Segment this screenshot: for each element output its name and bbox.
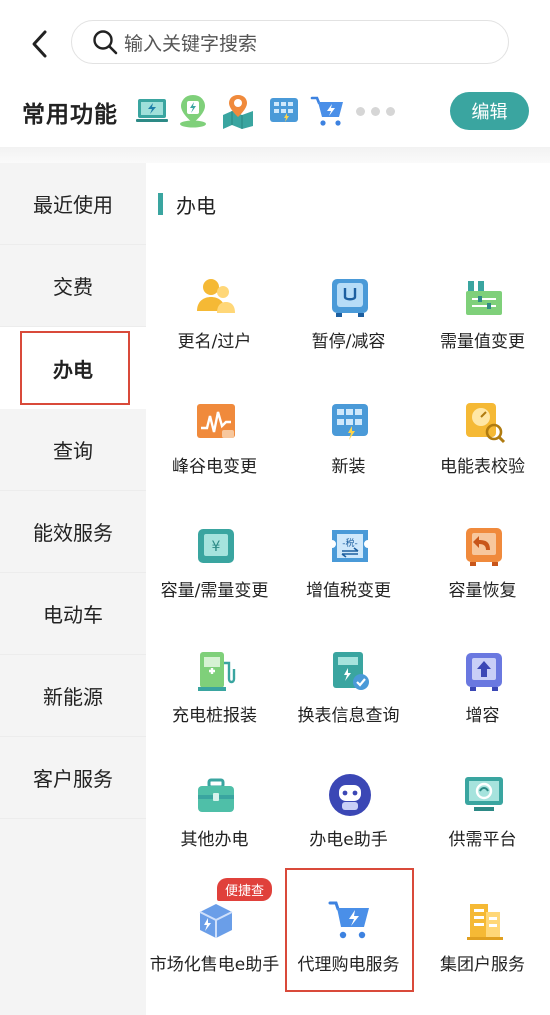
edit-button[interactable]: 编辑 — [450, 92, 529, 130]
sidebar-item-recent[interactable]: 最近使用 — [0, 163, 146, 245]
tile-label: 电能表校验 — [440, 457, 525, 477]
tile-label: 暂停/减容 — [311, 332, 386, 352]
tax-ticket-icon: -税- — [332, 530, 368, 562]
top-bar: 输入关键字搜索 — [0, 0, 550, 85]
tile-label: 其他办电 — [180, 830, 249, 850]
search-placeholder: 输入关键字搜索 — [124, 32, 258, 55]
search-input[interactable]: 输入关键字搜索 — [71, 20, 509, 64]
tile-label: 需量值变更 — [440, 332, 525, 352]
meter-check-icon — [333, 652, 369, 690]
monitor-leaf-icon — [465, 777, 503, 811]
tile-group-customer-service[interactable]: 集团户服务 — [415, 898, 550, 1015]
tile-capacity-demand-change[interactable]: ¥ 容量/需量变更 — [147, 524, 282, 648]
chevron-left-icon — [32, 30, 47, 58]
meter-grid-icon — [332, 404, 368, 440]
tile-label: 增值税变更 — [306, 581, 391, 601]
sidebar-item-payment[interactable]: 交费 — [0, 245, 146, 327]
tile-meter-calibration[interactable]: 电能表校验 — [415, 400, 550, 524]
tile-supply-demand-platform[interactable]: 供需平台 — [415, 773, 550, 897]
pause-meter-icon — [332, 279, 368, 317]
tile-label: 更名/过户 — [177, 332, 252, 352]
tile-capacity-increase[interactable]: 增容 — [415, 649, 550, 773]
svg-text:-税-: -税- — [342, 537, 358, 549]
highlight-box — [20, 331, 130, 405]
users-icon — [197, 279, 235, 313]
sidebar-item-customer-service[interactable]: 客户服务 — [0, 737, 146, 819]
divider — [0, 147, 550, 163]
search-icon — [92, 28, 120, 56]
tile-label: 办电e助手 — [309, 830, 388, 850]
charging-pile-icon — [198, 652, 236, 691]
tile-demand-change[interactable]: 需量值变更 — [415, 275, 550, 399]
quick-check-badge: 便捷查 — [217, 878, 273, 901]
svg-text:¥: ¥ — [212, 539, 221, 555]
tile-label: 充电桩报装 — [172, 706, 257, 726]
briefcase-icon — [198, 778, 234, 812]
cart-bolt-icon[interactable] — [310, 93, 346, 129]
sidebar-item-electric-vehicle[interactable]: 电动车 — [0, 573, 146, 655]
meter-grid-icon[interactable] — [266, 93, 302, 129]
tile-suspend-reduce[interactable]: 暂停/减容 — [281, 275, 416, 399]
tile-label: 峰谷电变更 — [172, 457, 257, 477]
wave-chart-icon — [197, 404, 235, 438]
tile-charging-pile-install[interactable]: 充电桩报装 — [147, 649, 282, 773]
tile-label: 集团户服务 — [440, 955, 525, 975]
common-functions-title: 常用功能 — [22, 102, 118, 128]
tile-capacity-restore[interactable]: 容量恢复 — [415, 524, 550, 648]
screen-bolt-icon[interactable] — [134, 93, 170, 129]
more-icon[interactable] — [356, 107, 395, 116]
tile-meter-change-query[interactable]: 换表信息查询 — [281, 649, 416, 773]
section-marker — [158, 193, 163, 215]
section-title: 办电 — [176, 194, 216, 218]
back-button[interactable] — [22, 26, 58, 62]
highlight-box — [285, 868, 414, 992]
buildings-icon — [467, 904, 503, 940]
tile-label: 新装 — [331, 457, 366, 477]
charger-pin-icon[interactable] — [175, 93, 211, 129]
tile-market-sale-assistant[interactable]: 便捷查 市场化售电e助手 — [147, 878, 282, 1015]
restore-arrow-icon — [466, 528, 502, 566]
sidebar-item-energy-efficiency[interactable]: 能效服务 — [0, 491, 146, 573]
tile-vat-change[interactable]: -税- 增值税变更 — [281, 524, 416, 648]
tile-new-install[interactable]: 新装 — [281, 400, 416, 524]
map-pin-icon[interactable] — [220, 93, 256, 129]
common-functions-bar: 常用功能 编辑 — [0, 85, 550, 147]
sidebar: 最近使用 交费 办电 查询 能效服务 电动车 新能源 客户服务 — [0, 163, 146, 1015]
tile-peak-valley-change[interactable]: 峰谷电变更 — [147, 400, 282, 524]
tile-label: 容量/需量变更 — [160, 581, 269, 601]
up-arrow-box-icon — [466, 653, 502, 691]
cube-bolt-icon — [199, 904, 233, 938]
factory-icon — [466, 281, 502, 315]
sidebar-item-new-energy[interactable]: 新能源 — [0, 655, 146, 737]
tile-label: 市场化售电e助手 — [149, 955, 280, 975]
robot-icon — [329, 774, 371, 816]
tile-label: 换表信息查询 — [297, 706, 400, 726]
tile-rename-transfer[interactable]: 更名/过户 — [147, 275, 282, 399]
sidebar-item-query[interactable]: 查询 — [0, 409, 146, 491]
tile-label: 容量恢复 — [448, 581, 517, 601]
yen-box-icon: ¥ — [198, 529, 234, 563]
gauge-search-icon — [466, 403, 506, 444]
tile-label: 增容 — [465, 706, 500, 726]
tile-label: 供需平台 — [448, 830, 517, 850]
